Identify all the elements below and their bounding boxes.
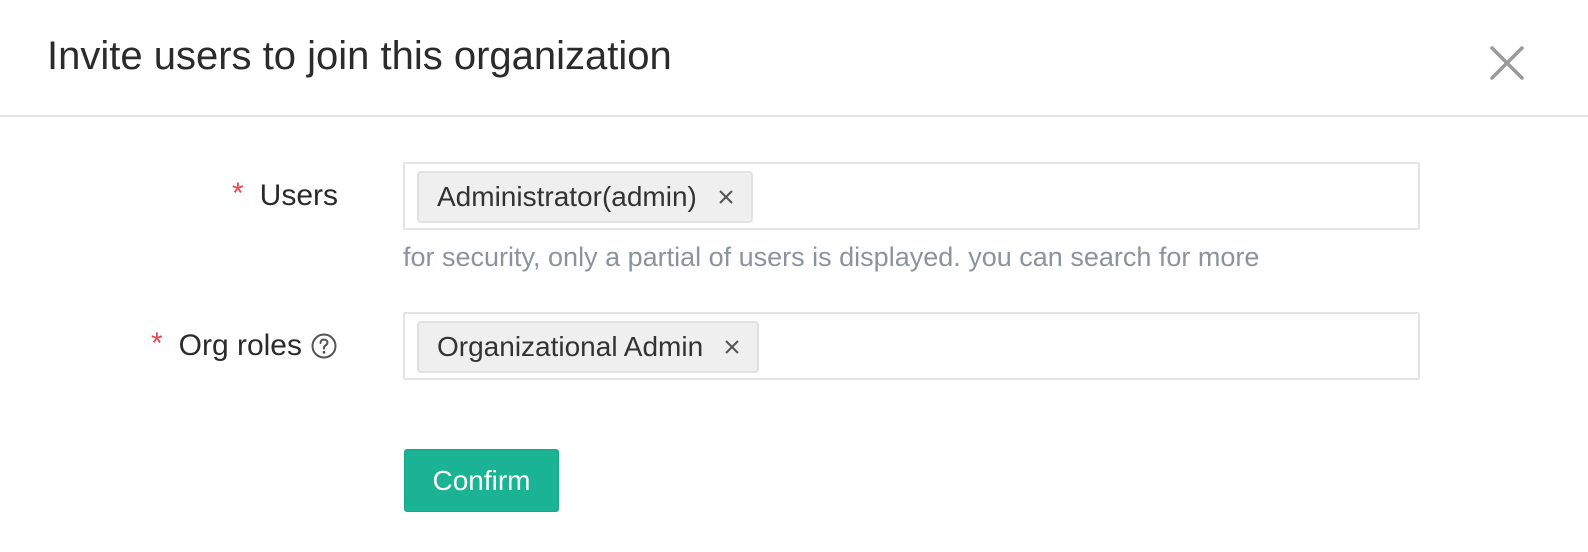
org-roles-label-text: Org roles xyxy=(178,329,302,362)
remove-role-tag-button[interactable] xyxy=(723,338,741,356)
close-dialog-button[interactable] xyxy=(1484,40,1530,86)
org-roles-label: * Org roles xyxy=(151,312,338,380)
remove-user-tag-button[interactable] xyxy=(717,188,735,206)
question-circle-icon[interactable] xyxy=(310,332,338,360)
close-icon xyxy=(1490,46,1524,80)
selected-role-tag: Organizational Admin xyxy=(417,321,760,373)
selected-user-tag-label: Administrator(admin) xyxy=(437,181,697,212)
users-label: * Users xyxy=(232,162,338,230)
org-roles-select[interactable]: Organizational Admin xyxy=(403,312,1420,380)
users-select[interactable]: Administrator(admin) xyxy=(403,162,1420,230)
confirm-button[interactable]: Confirm xyxy=(404,449,559,512)
selected-user-tag: Administrator(admin) xyxy=(417,171,753,223)
users-hint: for security, only a partial of users is… xyxy=(403,242,1260,272)
required-mark: * xyxy=(150,327,163,360)
selected-role-tag-label: Organizational Admin xyxy=(437,331,704,362)
dialog-header: Invite users to join this organization xyxy=(0,0,1588,117)
invite-users-dialog: Invite users to join this organization *… xyxy=(0,0,1588,552)
users-label-text: Users xyxy=(259,179,338,212)
close-icon xyxy=(725,340,739,354)
dialog-title: Invite users to join this organization xyxy=(47,34,672,78)
required-mark: * xyxy=(231,177,244,210)
close-icon xyxy=(719,190,733,204)
